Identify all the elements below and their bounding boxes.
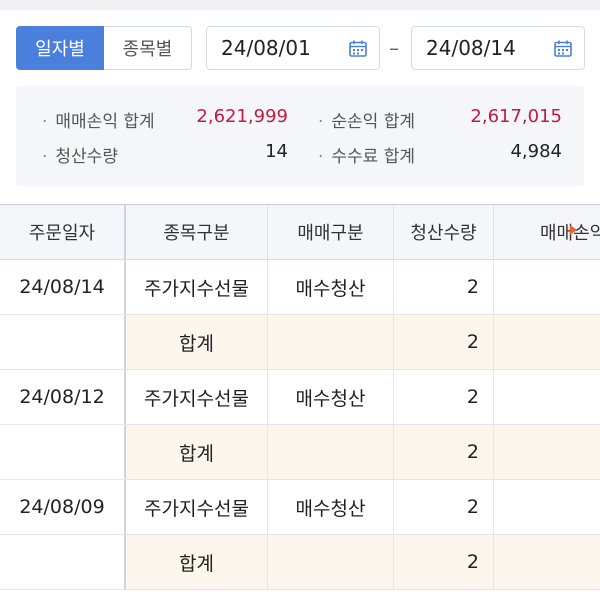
trade-type-cell bbox=[268, 315, 394, 369]
trade-type-cell bbox=[268, 425, 394, 479]
subtotal-row: 합계 2 264 bbox=[0, 535, 600, 590]
date-range-separator: – bbox=[389, 36, 399, 60]
end-date-value: 24/08/14 bbox=[426, 36, 516, 60]
settle-qty-cell: 2 bbox=[394, 315, 494, 369]
settle-qty-value: 14 bbox=[265, 141, 288, 162]
trade-pl-value: 2,621,999 bbox=[196, 106, 288, 127]
end-date-field[interactable]: 24/08/14 bbox=[411, 26, 585, 70]
trade-pl-text: 613 bbox=[538, 276, 600, 298]
trade-type-cell: 매수청산 bbox=[268, 480, 394, 534]
subtotal-label: 합계 bbox=[126, 315, 268, 369]
fee-value: 4,984 bbox=[510, 141, 562, 162]
trade-type-cell: 매수청산 bbox=[268, 370, 394, 424]
table-row[interactable]: 24/08/12 주가지수선물 매수청산 2 216 bbox=[0, 370, 600, 425]
trade-pl-cell: 264 bbox=[494, 535, 600, 589]
settle-qty-label: 청산수량 bbox=[42, 142, 118, 167]
summary-panel: 매매손익 합계 2,621,999 순손익 합계 2,617,015 청산수량 … bbox=[16, 86, 584, 186]
settle-qty-cell: 2 bbox=[394, 480, 494, 534]
start-date-value: 24/08/01 bbox=[221, 36, 311, 60]
settle-qty-cell: 2 bbox=[394, 370, 494, 424]
settle-qty-cell: 2 bbox=[394, 425, 494, 479]
item-type-cell: 주가지수선물 bbox=[126, 480, 268, 534]
settle-qty-cell: 2 bbox=[394, 260, 494, 314]
trade-pl-cell: 264 bbox=[494, 480, 600, 534]
trade-pl-text: 216 bbox=[538, 441, 600, 463]
trade-pl-cell: 216 bbox=[494, 425, 600, 479]
trade-table: 주문일자 종목구분 매매구분 청산수량 매매손익 24/08/14 주가지수선물… bbox=[0, 204, 600, 600]
start-date-field[interactable]: 24/08/01 bbox=[206, 26, 380, 70]
trade-pl-cell: 216 bbox=[494, 370, 600, 424]
trade-pl-text: 264 bbox=[538, 496, 600, 518]
fee-label: 수수료 합계 bbox=[318, 142, 415, 167]
trade-pl-cell: 613 bbox=[494, 260, 600, 314]
header-item-type[interactable]: 종목구분 bbox=[126, 205, 268, 259]
order-date-cell: 24/08/12 bbox=[0, 370, 126, 424]
item-type-cell: 주가지수선물 bbox=[126, 260, 268, 314]
calendar-icon[interactable] bbox=[554, 40, 572, 57]
trade-type-cell bbox=[268, 535, 394, 589]
table-row[interactable]: 24/08/09 주가지수선물 매수청산 2 264 bbox=[0, 480, 600, 535]
sort-indicator-icon bbox=[570, 225, 577, 235]
order-date-cell bbox=[0, 425, 126, 479]
net-pl-label: 순손익 합계 bbox=[318, 107, 415, 132]
trade-type-cell: 매수청산 bbox=[268, 260, 394, 314]
calendar-icon[interactable] bbox=[349, 40, 367, 57]
net-pl-value: 2,617,015 bbox=[470, 106, 562, 127]
trade-pl-label: 매매손익 합계 bbox=[42, 107, 154, 132]
top-strip bbox=[0, 0, 600, 10]
header-settle-qty[interactable]: 청산수량 bbox=[394, 205, 494, 259]
view-toggle: 일자별 종목별 bbox=[16, 26, 192, 70]
table-header: 주문일자 종목구분 매매구분 청산수량 매매손익 bbox=[0, 204, 600, 260]
tab-daily[interactable]: 일자별 bbox=[16, 26, 104, 70]
trade-pl-text: 216 bbox=[538, 386, 600, 408]
order-date-cell: 24/08/14 bbox=[0, 260, 126, 314]
order-date-cell: 24/08/09 bbox=[0, 480, 126, 534]
trade-pl-cell: 613 bbox=[494, 315, 600, 369]
order-date-cell bbox=[0, 535, 126, 589]
header-trade-pl[interactable]: 매매손익 bbox=[494, 205, 600, 259]
subtotal-label: 합계 bbox=[126, 535, 268, 589]
tab-by-item[interactable]: 종목별 bbox=[104, 26, 192, 70]
settle-qty-cell: 2 bbox=[394, 535, 494, 589]
header-order-date[interactable]: 주문일자 bbox=[0, 205, 126, 259]
item-type-cell: 주가지수선물 bbox=[126, 370, 268, 424]
trade-pl-text: 613 bbox=[538, 331, 600, 353]
table-row[interactable]: 24/08/14 주가지수선물 매수청산 2 613 bbox=[0, 260, 600, 315]
subtotal-row: 합계 2 216 bbox=[0, 425, 600, 480]
filter-bar: 일자별 종목별 24/08/01 – 24/08/14 bbox=[16, 26, 586, 70]
subtotal-row: 합계 2 613 bbox=[0, 315, 600, 370]
order-date-cell bbox=[0, 315, 126, 369]
trade-pl-text: 264 bbox=[538, 551, 600, 573]
subtotal-label: 합계 bbox=[126, 425, 268, 479]
header-trade-type[interactable]: 매매구분 bbox=[268, 205, 394, 259]
